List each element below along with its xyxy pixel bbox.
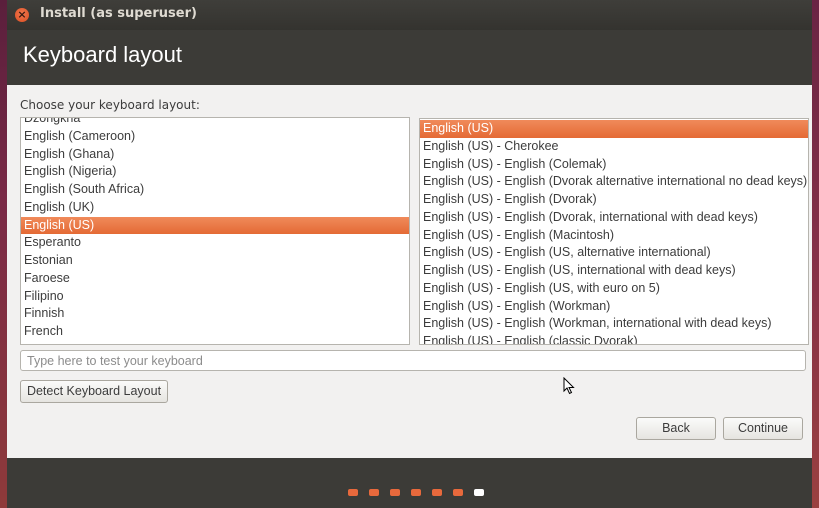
layout-list-item[interactable]: Esperanto [21,234,409,252]
continue-button[interactable]: Continue [723,417,803,440]
content-area: Choose your keyboard layout: Dzongkha Eng… [7,85,812,458]
mouse-pointer-icon [563,377,575,395]
progress-dot [369,489,379,496]
progress-dot [432,489,442,496]
layout-list[interactable]: Dzongkha English (Cameroon) English (Ghana… [20,117,410,345]
layout-list-item[interactable]: Dzongkha [21,118,409,128]
layout-prompt-label: Choose your keyboard layout: [20,98,200,112]
desktop-wallpaper-left [0,0,7,508]
back-button[interactable]: Back [636,417,716,440]
keyboard-test-input[interactable] [20,350,806,371]
variant-list-item[interactable]: English (US) - English (Dvorak alternati… [420,173,808,191]
layout-list-item[interactable]: Finnish [21,305,409,323]
layout-list-items: Dzongkha English (Cameroon) English (Ghana… [21,118,409,341]
page-title: Keyboard layout [23,42,182,67]
variant-list-items: English (US) English (US) - Cherokee Engli… [420,120,808,344]
close-icon[interactable]: × [15,8,29,22]
layout-list-item[interactable]: English (South Africa) [21,181,409,199]
variant-list-item[interactable]: English (US) - English (Macintosh) [420,227,808,245]
detect-keyboard-layout-button[interactable]: Detect Keyboard Layout [20,380,168,403]
variant-list[interactable]: English (US) English (US) - Cherokee Engli… [419,118,809,345]
progress-dot [348,489,358,496]
layout-list-item[interactable]: English (US) [21,216,409,235]
variant-list-item[interactable]: English (US) - Cherokee [420,138,808,156]
title-bar[interactable]: × Install (as superuser) [7,0,812,30]
variant-list-item[interactable]: English (US) - English (US, alternative … [420,244,808,262]
layout-list-item[interactable]: French [21,323,409,341]
progress-dot [453,489,463,496]
page-header: Keyboard layout [7,30,812,84]
installer-window: × Install (as superuser) Keyboard layout… [7,0,812,508]
progress-dot [390,489,400,496]
layout-list-item[interactable]: English (UK) [21,199,409,217]
layout-list-item[interactable]: English (Cameroon) [21,128,409,146]
window-title: Install (as superuser) [40,6,197,21]
variant-list-item[interactable]: English (US) - English (Dvorak) [420,191,808,209]
layout-list-item[interactable]: Faroese [21,270,409,288]
layout-list-item[interactable]: Estonian [21,252,409,270]
variant-list-item[interactable]: English (US) - English (Dvorak, internat… [420,209,808,227]
layout-list-item[interactable]: English (Nigeria) [21,163,409,181]
variant-list-item[interactable]: English (US) - English (Workman) [420,298,808,316]
variant-list-item[interactable]: English (US) - English (US, internationa… [420,262,808,280]
progress-dot [474,489,484,496]
variant-list-item[interactable]: English (US) - English (Workman, interna… [420,315,808,333]
variant-list-item[interactable]: English (US) - English (US, with euro on… [420,280,808,298]
progress-dot [411,489,421,496]
variant-list-item[interactable]: English (US) - English (Colemak) [420,156,808,174]
desktop-wallpaper-right [812,0,819,508]
layout-list-item[interactable]: English (Ghana) [21,146,409,164]
variant-list-item[interactable]: English (US) - English (classic Dvorak) [420,333,808,344]
layout-list-item[interactable]: Filipino [21,288,409,306]
footer [7,458,812,508]
variant-list-item[interactable]: English (US) [420,120,808,138]
